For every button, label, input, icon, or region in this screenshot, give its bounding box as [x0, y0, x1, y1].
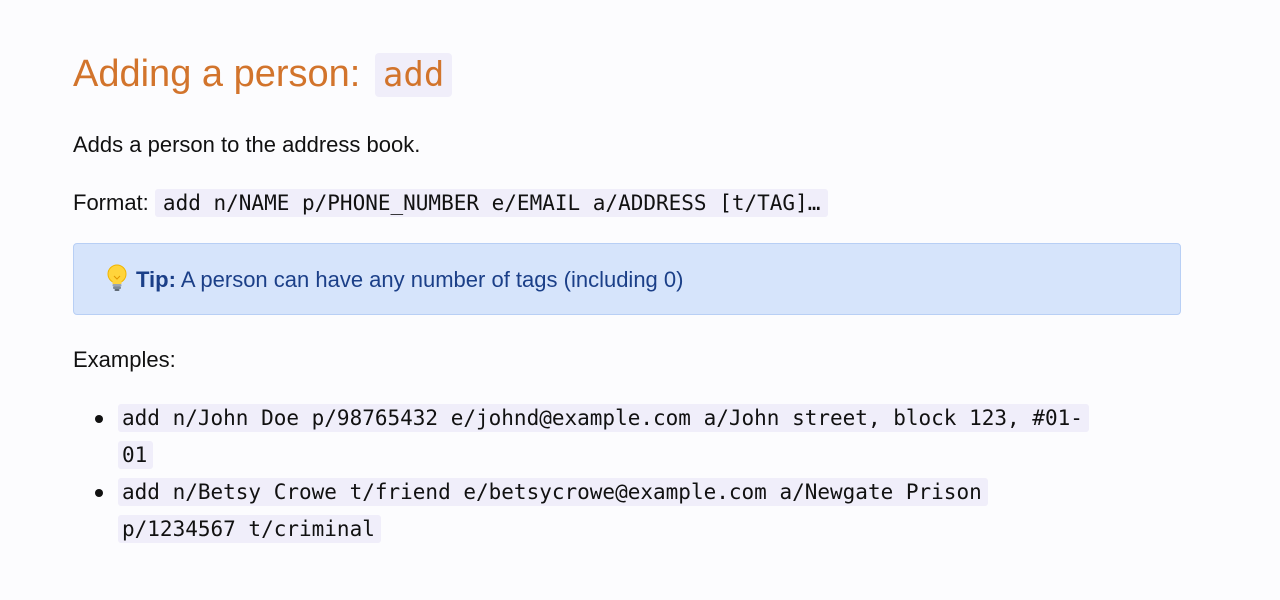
examples-list: add n/John Doe p/98765432 e/johnd@exampl…	[73, 400, 1173, 548]
example-code-line: add n/Betsy Crowe t/friend e/betsycrowe@…	[122, 480, 982, 504]
example-code-line: p/1234567 t/criminal	[122, 517, 375, 541]
section-heading: Adding a person: add	[73, 50, 453, 99]
example-code-line: add n/John Doe p/98765432 e/johnd@exampl…	[122, 406, 1083, 430]
example-code: 01	[118, 441, 154, 469]
heading-command-code: add	[374, 53, 453, 97]
description-paragraph: Adds a person to the address book.	[73, 132, 421, 157]
bullet-icon	[95, 415, 103, 423]
lightbulb-icon	[106, 244, 128, 316]
bullet-icon	[95, 489, 103, 497]
list-item: add n/Betsy Crowe t/friend e/betsycrowe@…	[73, 474, 1173, 548]
example-code: add n/Betsy Crowe t/friend e/betsycrowe@…	[118, 478, 988, 506]
tip-box: Tip: A person can have any number of tag…	[73, 243, 1181, 315]
examples-label: Examples:	[73, 347, 176, 372]
list-item: add n/John Doe p/98765432 e/johnd@exampl…	[73, 400, 1173, 474]
format-label: Format:	[73, 190, 149, 215]
tip-label: Tip:	[136, 267, 176, 292]
heading-text: Adding a person:	[73, 53, 361, 95]
example-code: add n/John Doe p/98765432 e/johnd@exampl…	[118, 404, 1089, 432]
format-paragraph: Format: add n/NAME p/PHONE_NUMBER e/EMAI…	[73, 188, 829, 218]
example-code-line: 01	[122, 443, 148, 467]
format-code: add n/NAME p/PHONE_NUMBER e/EMAIL a/ADDR…	[154, 189, 829, 217]
tip-text: A person can have any number of tags (in…	[180, 267, 684, 292]
example-code: p/1234567 t/criminal	[118, 515, 381, 543]
